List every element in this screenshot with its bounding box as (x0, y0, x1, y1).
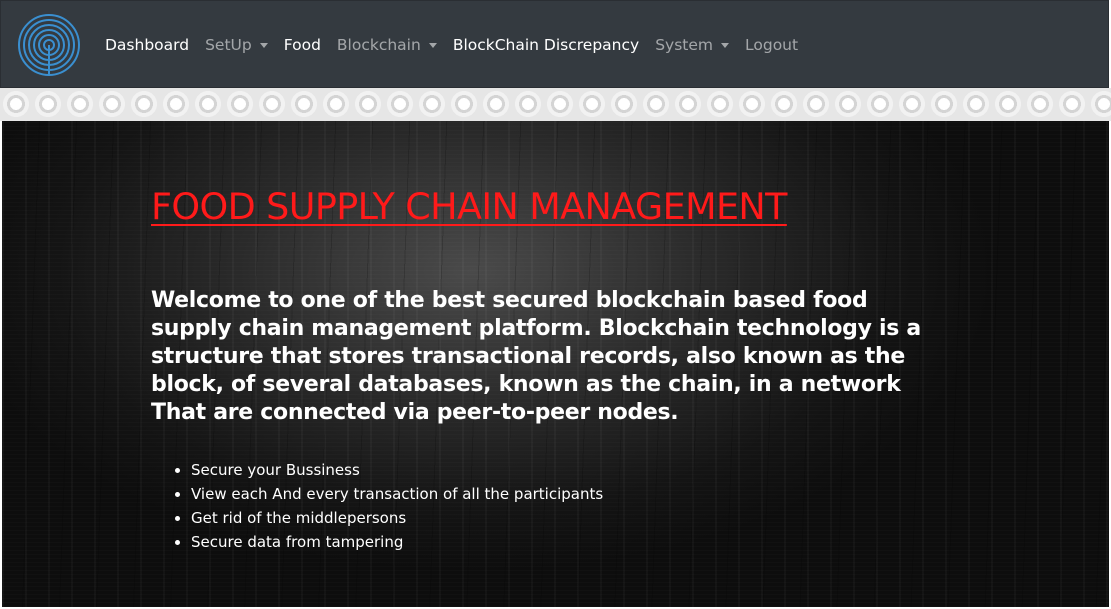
nav-item-blockchain[interactable]: Blockchain (337, 36, 437, 54)
list-item: Get rid of the middlepersons (191, 506, 603, 530)
nav-item-label: Blockchain (336, 36, 421, 54)
nav-item-label: Dashboard (105, 36, 190, 54)
nav-item-setup[interactable]: SetUp (205, 36, 268, 54)
caret-down-icon (428, 42, 437, 48)
top-navbar: Dashboard SetUp Food Blockchain BlockCha… (0, 0, 1109, 88)
list-item: View each And every transaction of all t… (191, 482, 603, 506)
feature-list: Secure your Bussiness View each And ever… (151, 458, 603, 554)
list-item: Secure your Bussiness (191, 458, 603, 482)
caret-down-icon (259, 42, 268, 48)
nav-item-label: BlockChain Discrepancy (452, 36, 640, 54)
page-title: FOOD SUPPLY CHAIN MANAGEMENT (151, 185, 787, 228)
list-item: Secure data from tampering (191, 530, 603, 554)
nav-item-label: Logout (745, 36, 799, 54)
nav-item-system[interactable]: System (655, 36, 730, 54)
nav-item-food[interactable]: Food (284, 36, 321, 54)
nav-menu: Dashboard SetUp Food Blockchain BlockCha… (105, 1, 814, 89)
wireless-signal-icon[interactable] (17, 13, 81, 77)
nav-item-label: Food (283, 36, 321, 54)
hero-section: FOOD SUPPLY CHAIN MANAGEMENT Welcome to … (2, 121, 1109, 607)
decorative-pattern-band (0, 88, 1111, 121)
nav-item-dashboard[interactable]: Dashboard (105, 36, 189, 54)
caret-down-icon (721, 42, 730, 48)
nav-item-label: SetUp (205, 36, 252, 54)
nav-item-label: System (655, 36, 714, 54)
intro-paragraph: Welcome to one of the best secured block… (151, 288, 921, 425)
nav-item-logout[interactable]: Logout (745, 36, 798, 54)
nav-item-blockchain-discrepancy[interactable]: BlockChain Discrepancy (453, 36, 639, 54)
